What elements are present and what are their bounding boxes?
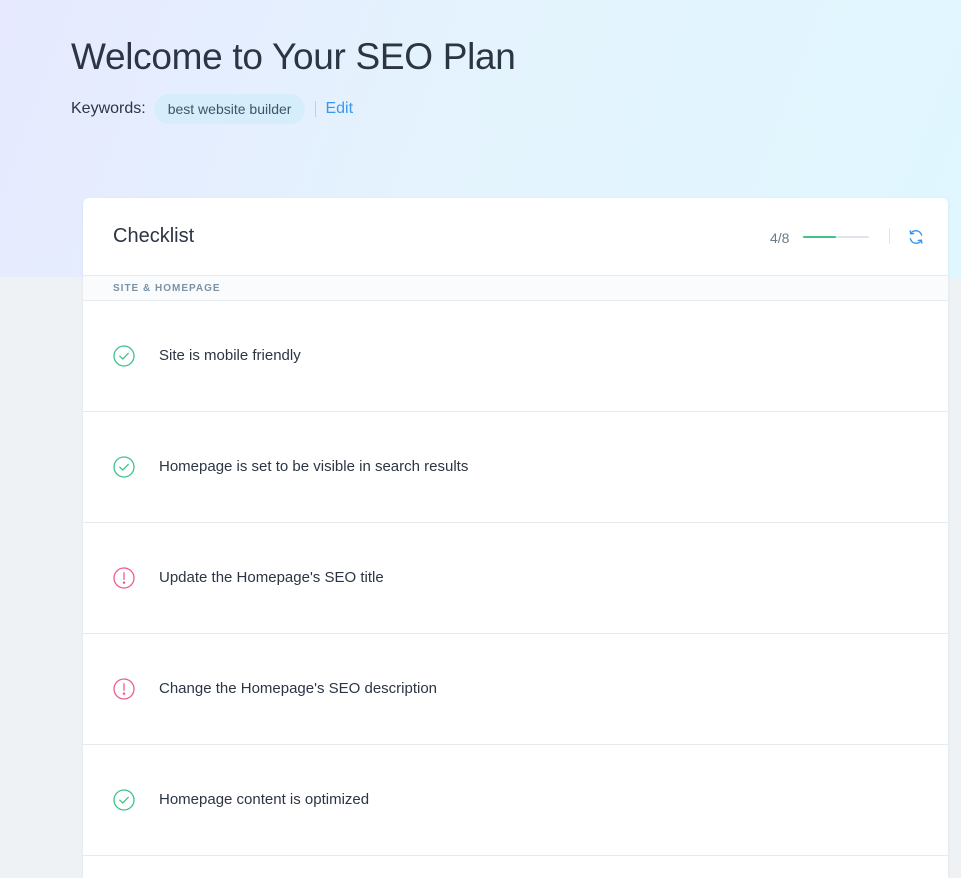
page-title: Welcome to Your SEO Plan [71,36,516,77]
edit-keywords-link[interactable]: Edit [325,100,353,118]
checklist-card: Checklist 4/8 SITE & HOMEPAGE Site is mo… [83,198,948,878]
refresh-icon [909,230,923,244]
keywords-divider [315,101,317,117]
keyword-chip: best website builder [153,94,306,124]
section-label: SITE & HOMEPAGE [83,276,948,301]
checklist-item[interactable]: Site is mobile friendly [83,301,948,412]
progress-bar-fill [803,236,836,238]
check-circle-icon [113,456,135,478]
check-circle-icon [113,345,135,367]
keywords-label: Keywords: [71,100,146,117]
alert-circle-icon [113,567,135,589]
check-circle-icon [113,789,135,811]
keywords-row: Keywords: best website builder Edit [71,94,353,124]
checklist-item-label: Change the Homepage's SEO description [159,680,438,697]
checklist-item-label: Update the Homepage's SEO title [159,569,384,586]
alert-circle-icon [113,678,135,700]
checklist-item-label: Homepage content is optimized [159,791,370,808]
progress-bar [803,236,869,238]
checklist-items: Site is mobile friendly Homepage is set t… [83,301,948,856]
checklist-item-label: Homepage is set to be visible in search … [159,458,469,475]
refresh-button[interactable] [907,228,925,246]
checklist-item[interactable]: Homepage is set to be visible in search … [83,412,948,523]
checklist-header: Checklist 4/8 [83,198,948,276]
checklist-item[interactable]: Update the Homepage's SEO title [83,523,948,634]
header-divider [889,228,890,244]
checklist-item-label: Site is mobile friendly [159,347,301,364]
checklist-item[interactable]: Change the Homepage's SEO description [83,634,948,745]
progress-count: 4/8 [770,230,790,246]
checklist-item[interactable]: Homepage content is optimized [83,745,948,856]
checklist-title: Checklist [113,225,195,247]
